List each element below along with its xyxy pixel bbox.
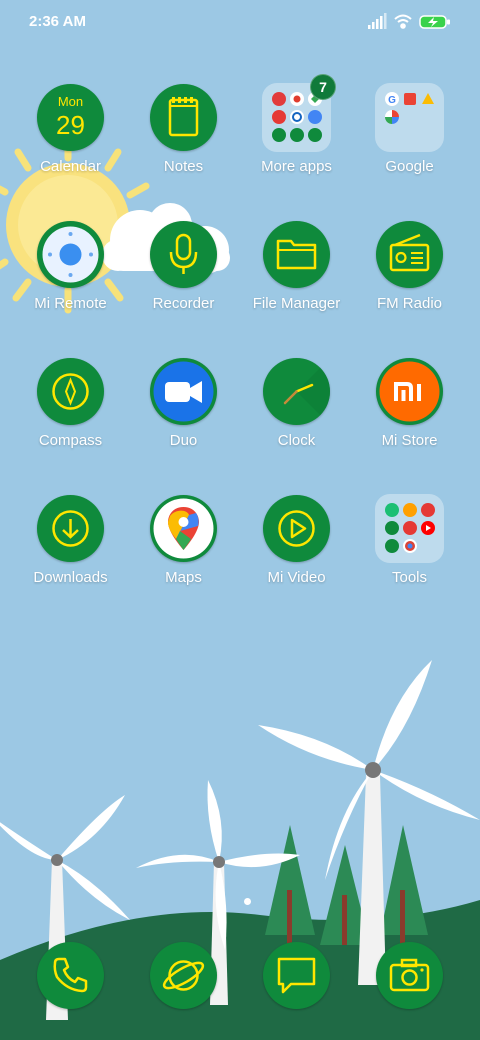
status-bar: 2:36 AM — [0, 0, 480, 44]
app-mini-icon — [308, 128, 322, 142]
mi-remote-icon — [37, 221, 104, 288]
clock-icon — [263, 358, 330, 425]
notification-badge: 7 — [310, 74, 336, 100]
status-icons — [368, 13, 452, 31]
battery-charging-icon — [419, 15, 450, 29]
app-mini-icon — [385, 521, 399, 535]
browser-icon — [150, 942, 217, 1009]
app-label: Notes — [163, 158, 204, 175]
drive-icon — [422, 93, 434, 104]
app-label: Mi Remote — [34, 295, 107, 312]
app-label: Mi Video — [267, 569, 326, 586]
microphone-icon — [150, 221, 217, 288]
play-icon — [263, 495, 330, 562]
wifi-icon — [394, 14, 412, 29]
radio-icon — [376, 221, 443, 288]
duo-icon — [150, 358, 217, 425]
status-time: 2:36 AM — [29, 13, 86, 30]
compass-icon — [37, 358, 104, 425]
folder-icon: G — [375, 83, 444, 152]
app-compass[interactable]: Compass — [14, 358, 127, 478]
app-duo[interactable]: Duo — [127, 358, 240, 478]
app-label: Duo — [169, 432, 198, 449]
app-label: Calendar — [40, 158, 101, 175]
app-label: Maps — [165, 569, 202, 586]
app-calendar[interactable]: Mon 29 Calendar — [14, 84, 127, 204]
app-recorder[interactable]: Recorder — [127, 221, 240, 341]
app-mini-icon — [308, 110, 322, 124]
app-label: Google — [385, 158, 434, 175]
folder-icon — [375, 494, 444, 563]
app-notes[interactable]: Notes — [127, 84, 240, 204]
gmail-icon — [404, 93, 416, 105]
folder-more-apps[interactable]: 7 More apps — [240, 74, 353, 204]
app-fm-radio[interactable]: FM Radio — [353, 221, 466, 341]
dock-camera[interactable] — [376, 942, 443, 1009]
signal-icon — [368, 13, 387, 29]
calendar-day: Mon — [57, 94, 84, 109]
app-clock[interactable]: Clock — [240, 358, 353, 478]
app-label: Compass — [38, 432, 103, 449]
download-icon — [37, 495, 104, 562]
trees-illustration — [265, 825, 428, 945]
app-label: Downloads — [33, 569, 108, 586]
notes-icon — [150, 84, 217, 151]
app-mini-icon — [403, 521, 417, 535]
app-label: File Manager — [252, 295, 341, 312]
app-mi-remote[interactable]: Mi Remote — [14, 221, 127, 341]
app-label: Tools — [391, 569, 428, 586]
app-label: FM Radio — [376, 295, 443, 312]
app-downloads[interactable]: Downloads — [14, 495, 127, 615]
messages-icon — [263, 942, 330, 1009]
camera-icon — [376, 942, 443, 1009]
app-label: Clock — [277, 432, 316, 449]
app-mini-icon — [272, 128, 286, 142]
app-mini-icon — [272, 110, 286, 124]
app-mini-icon — [403, 503, 417, 517]
dock-browser[interactable] — [150, 942, 217, 1009]
folder-tools[interactable]: Tools — [353, 494, 466, 615]
app-mini-icon — [290, 128, 304, 142]
app-mini-icon — [385, 503, 399, 517]
calendar-date: 29 — [56, 110, 85, 140]
app-label: Recorder — [152, 295, 215, 312]
app-maps[interactable]: Maps — [127, 495, 240, 615]
app-mi-store[interactable]: Mi Store — [353, 358, 466, 478]
app-mi-video[interactable]: Mi Video — [240, 495, 353, 615]
wps-icon — [272, 92, 286, 106]
page-indicator — [244, 898, 251, 905]
mi-store-icon — [376, 358, 443, 425]
dock-phone[interactable] — [37, 942, 104, 1009]
folder-google[interactable]: G Google — [353, 83, 466, 204]
app-mini-icon — [421, 503, 435, 517]
maps-icon — [150, 495, 217, 562]
phone-icon — [37, 942, 104, 1009]
calendar-icon: Mon 29 — [37, 84, 104, 151]
app-label: Mi Store — [381, 432, 438, 449]
app-label: More apps — [261, 158, 332, 175]
folder-file-icon — [263, 221, 330, 288]
app-mini-icon — [385, 539, 399, 553]
app-file-manager[interactable]: File Manager — [240, 221, 353, 341]
dock-messages[interactable] — [263, 942, 330, 1009]
svg-text:G: G — [388, 95, 396, 106]
